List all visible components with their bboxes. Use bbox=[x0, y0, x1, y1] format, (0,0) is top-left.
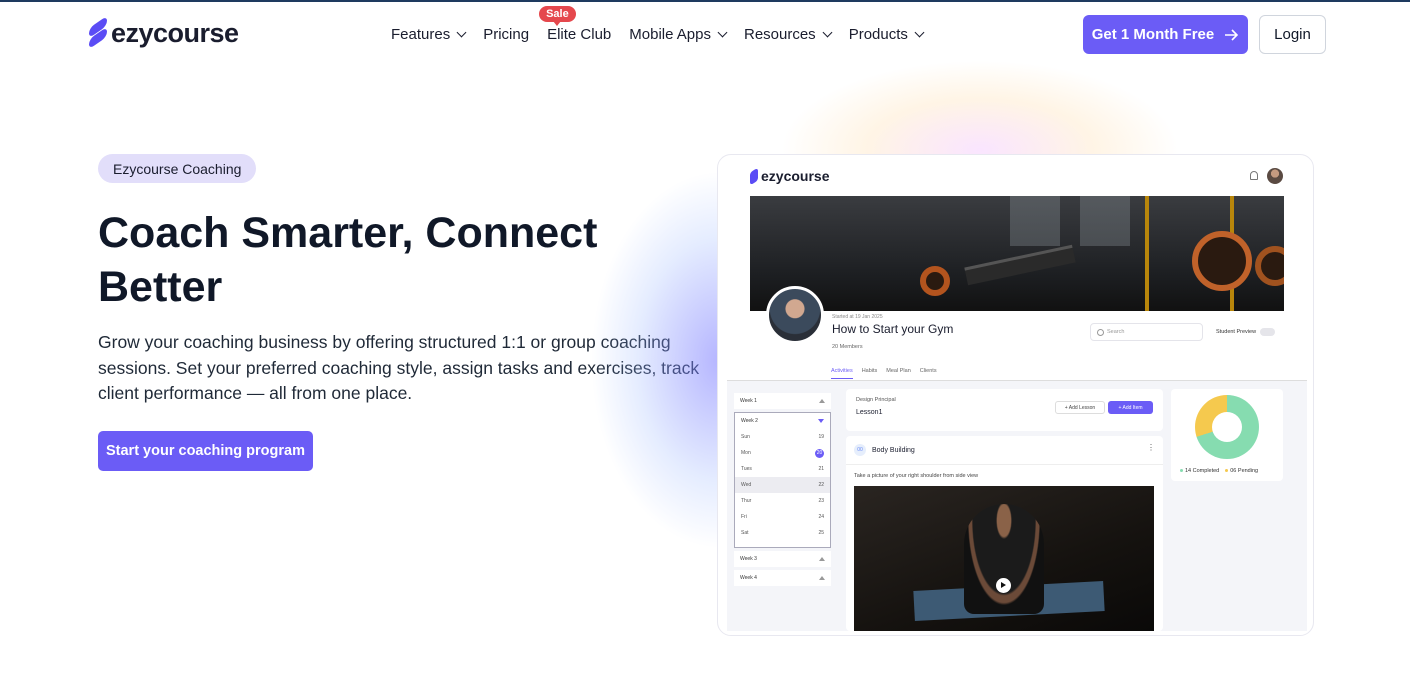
activity-title: Body Building bbox=[872, 446, 915, 454]
preview-tabs: Activities Habits Meal Plan Clients bbox=[831, 368, 937, 379]
nav-products[interactable]: Products bbox=[848, 26, 925, 43]
toggle-switch bbox=[1260, 328, 1276, 336]
hero-title: Coach Smarter, Connect Better bbox=[98, 209, 598, 311]
bell-icon bbox=[1250, 171, 1258, 180]
day-row: Sun 19 bbox=[735, 429, 830, 445]
chevron-down-icon bbox=[456, 27, 467, 38]
login-button[interactable]: Login bbox=[1259, 15, 1326, 54]
gym-banner-image bbox=[750, 196, 1284, 311]
week-item: Week 4 bbox=[734, 570, 831, 586]
main-nav: Features Pricing Sale Elite Club Mobile A… bbox=[391, 6, 925, 43]
day-name: Thur bbox=[741, 498, 752, 504]
logo-mark-icon bbox=[87, 15, 107, 49]
tab-habits: Habits bbox=[861, 368, 878, 374]
week-list: Week 1 Week 2 Sun 19 Mon 20 Tues 21 Wed 22 T… bbox=[734, 393, 831, 589]
day-name: Tues bbox=[741, 466, 752, 472]
nav-features[interactable]: Features bbox=[391, 26, 467, 43]
tab-activities: Activities bbox=[831, 368, 853, 379]
activity-description: Take a picture of your right shoulder fr… bbox=[854, 473, 979, 479]
activity-type-icon: 00 bbox=[854, 444, 866, 456]
week-label: Week 2 bbox=[741, 418, 758, 424]
add-item-button: + Add Item bbox=[1108, 401, 1153, 414]
logo-mark-icon bbox=[750, 167, 758, 185]
student-preview-label: Student Preview bbox=[1216, 329, 1257, 335]
week-item-expanded: Week 2 Sun 19 Mon 20 Tues 21 Wed 22 Thur 23 F… bbox=[734, 412, 831, 548]
play-icon bbox=[996, 578, 1011, 593]
started-date: Started at 19 Jan 2025 bbox=[832, 314, 883, 320]
tab-clients: Clients bbox=[919, 368, 937, 374]
program-title: How to Start your Gym bbox=[832, 322, 954, 336]
day-name: Sat bbox=[741, 530, 749, 536]
lesson-name: Lesson1 bbox=[856, 409, 883, 416]
more-options-icon: ⋮ bbox=[1147, 443, 1155, 452]
tab-meal-plan: Meal Plan bbox=[886, 368, 911, 374]
day-name: Wed bbox=[741, 482, 752, 488]
week-item: Week 3 bbox=[734, 551, 831, 567]
day-number: 21 bbox=[818, 466, 824, 472]
members-count: 20 Members bbox=[832, 344, 863, 350]
activity-card: 00 Body Building ⋮ Take a picture of your… bbox=[846, 436, 1163, 631]
day-row: Tues 21 bbox=[735, 461, 830, 477]
progress-card: 14 Completed 06 Pending bbox=[1171, 389, 1283, 481]
app-preview: ezycourse Started at 19 Jan 2025 How to … bbox=[727, 161, 1307, 631]
chevron-down-icon bbox=[914, 27, 925, 38]
day-number: 20 bbox=[815, 448, 824, 458]
day-name: Fri bbox=[741, 514, 747, 520]
nav-resources-label: Resources bbox=[743, 26, 816, 43]
day-number: 25 bbox=[818, 530, 824, 536]
eyebrow-badge: Ezycourse Coaching bbox=[98, 154, 257, 183]
student-preview-toggle: Student Preview bbox=[1216, 328, 1276, 336]
chevron-down-icon bbox=[717, 27, 728, 38]
start-coaching-button[interactable]: Start your coaching program bbox=[98, 431, 313, 471]
get-free-month-button[interactable]: Get 1 Month Free bbox=[1083, 15, 1248, 54]
legend-completed: 14 Completed bbox=[1180, 468, 1219, 474]
day-name: Mon bbox=[741, 450, 751, 456]
product-screenshot: ezycourse Started at 19 Jan 2025 How to … bbox=[717, 154, 1314, 636]
site-header: ezycourse Features Pricing Sale Elite Clu… bbox=[0, 2, 1410, 64]
nav-mobile-apps[interactable]: Mobile Apps bbox=[629, 26, 728, 43]
preview-search-input: Search bbox=[1090, 323, 1203, 341]
add-lesson-button: + Add Lesson bbox=[1055, 401, 1105, 414]
day-row: Fri 24 bbox=[735, 509, 830, 525]
day-number: 22 bbox=[818, 482, 824, 488]
progress-legend: 14 Completed 06 Pending bbox=[1180, 468, 1258, 474]
preview-logo: ezycourse bbox=[750, 167, 830, 185]
day-number: 24 bbox=[818, 514, 824, 520]
lesson-card: Design Principal Lesson1 + Add Lesson + … bbox=[846, 389, 1163, 431]
day-row: Mon 20 bbox=[735, 445, 830, 461]
nav-pricing[interactable]: Pricing bbox=[483, 26, 529, 43]
legend-pending: 06 Pending bbox=[1225, 468, 1258, 474]
nav-pricing-label: Pricing bbox=[483, 26, 530, 43]
divider bbox=[846, 464, 1163, 465]
nav-features-label: Features bbox=[391, 26, 451, 43]
logo-text: ezycourse bbox=[111, 18, 239, 48]
pending-label: 06 Pending bbox=[1230, 468, 1259, 474]
arrow-right-icon bbox=[1225, 28, 1239, 41]
nav-elite-club[interactable]: Sale Elite Club bbox=[539, 6, 612, 43]
day-name: Sun bbox=[741, 434, 750, 440]
coach-avatar bbox=[766, 286, 824, 344]
activity-header: 00 Body Building bbox=[854, 444, 915, 456]
day-number: 23 bbox=[818, 498, 824, 504]
nav-resources[interactable]: Resources bbox=[743, 26, 833, 43]
logo[interactable]: ezycourse bbox=[87, 15, 239, 49]
lesson-label: Design Principal bbox=[856, 397, 896, 403]
progress-donut-chart bbox=[1195, 395, 1259, 459]
avatar bbox=[1267, 168, 1283, 184]
day-number: 19 bbox=[818, 434, 824, 440]
completed-label: 14 Completed bbox=[1185, 468, 1220, 474]
workout-video bbox=[854, 486, 1154, 631]
preview-logo-text: ezycourse bbox=[761, 168, 830, 184]
day-row: Thur 23 bbox=[735, 493, 830, 509]
sale-badge: Sale bbox=[539, 6, 576, 26]
day-row: Sat 25 bbox=[735, 525, 830, 541]
nav-mobile-apps-label: Mobile Apps bbox=[629, 26, 711, 43]
day-row: Wed 22 bbox=[735, 477, 830, 493]
chevron-down-icon bbox=[822, 27, 833, 38]
nav-products-label: Products bbox=[848, 26, 908, 43]
nav-elite-club-label: Elite Club bbox=[547, 26, 612, 43]
get-free-month-label: Get 1 Month Free bbox=[1091, 26, 1215, 43]
week-item: Week 1 bbox=[734, 393, 831, 409]
